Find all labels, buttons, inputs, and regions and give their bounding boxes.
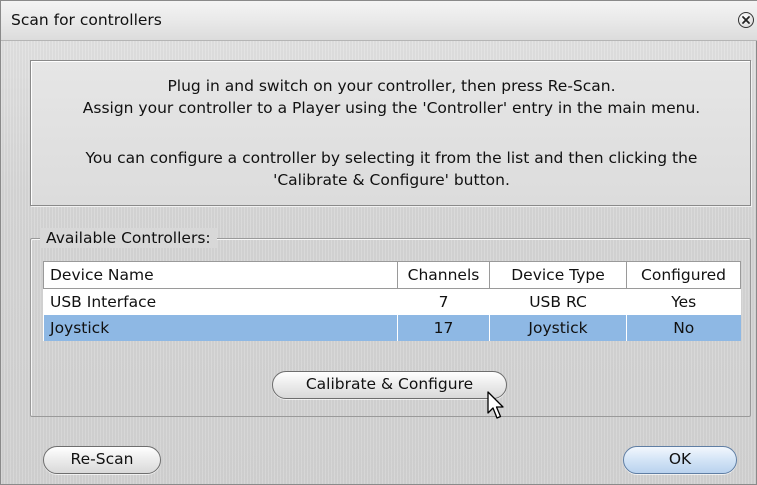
cell-device-name: Joystick: [43, 315, 398, 341]
ok-button[interactable]: OK: [623, 446, 737, 474]
instruction-line-2: Assign your controller to a Player using…: [82, 99, 701, 117]
instructions-panel: Plug in and switch on your controller, t…: [30, 60, 751, 206]
window-title: Scan for controllers: [11, 11, 162, 29]
available-controllers-label: Available Controllers:: [40, 228, 217, 248]
cell-device-type: Joystick: [489, 315, 627, 341]
cell-channels: 17: [397, 315, 490, 341]
column-header-device-type[interactable]: Device Type: [489, 261, 627, 289]
instruction-line-4: 'Calibrate & Configure' button.: [273, 171, 510, 189]
title-bar[interactable]: Scan for controllers: [1, 1, 757, 41]
controllers-table[interactable]: Device Name Channels Device Type Configu…: [43, 261, 741, 341]
rescan-button[interactable]: Re-Scan: [43, 446, 161, 474]
cell-device-type: USB RC: [529, 293, 587, 311]
mouse-pointer-icon: [487, 391, 504, 419]
cell-channels: 7: [438, 293, 449, 311]
calibrate-configure-button[interactable]: Calibrate & Configure: [272, 371, 507, 399]
cell-configured: No: [626, 315, 741, 341]
table-row-selected[interactable]: Joystick 17 Joystick No: [43, 315, 741, 341]
cell-configured: Yes: [671, 293, 697, 311]
close-icon[interactable]: [738, 12, 754, 28]
column-header-device-name[interactable]: Device Name: [43, 261, 398, 289]
instruction-line-1: Plug in and switch on your controller, t…: [167, 77, 616, 95]
instruction-line-3: You can configure a controller by select…: [85, 149, 698, 167]
column-header-channels[interactable]: Channels: [397, 261, 490, 289]
scan-controllers-dialog: Scan for controllers Plug in and switch …: [0, 0, 757, 485]
column-header-configured[interactable]: Configured: [626, 261, 741, 289]
table-row[interactable]: USB Interface 7 USB RC Yes: [44, 289, 741, 316]
cell-device-name: USB Interface: [50, 293, 157, 311]
table-header-row: Device Name Channels Device Type Configu…: [43, 261, 741, 289]
